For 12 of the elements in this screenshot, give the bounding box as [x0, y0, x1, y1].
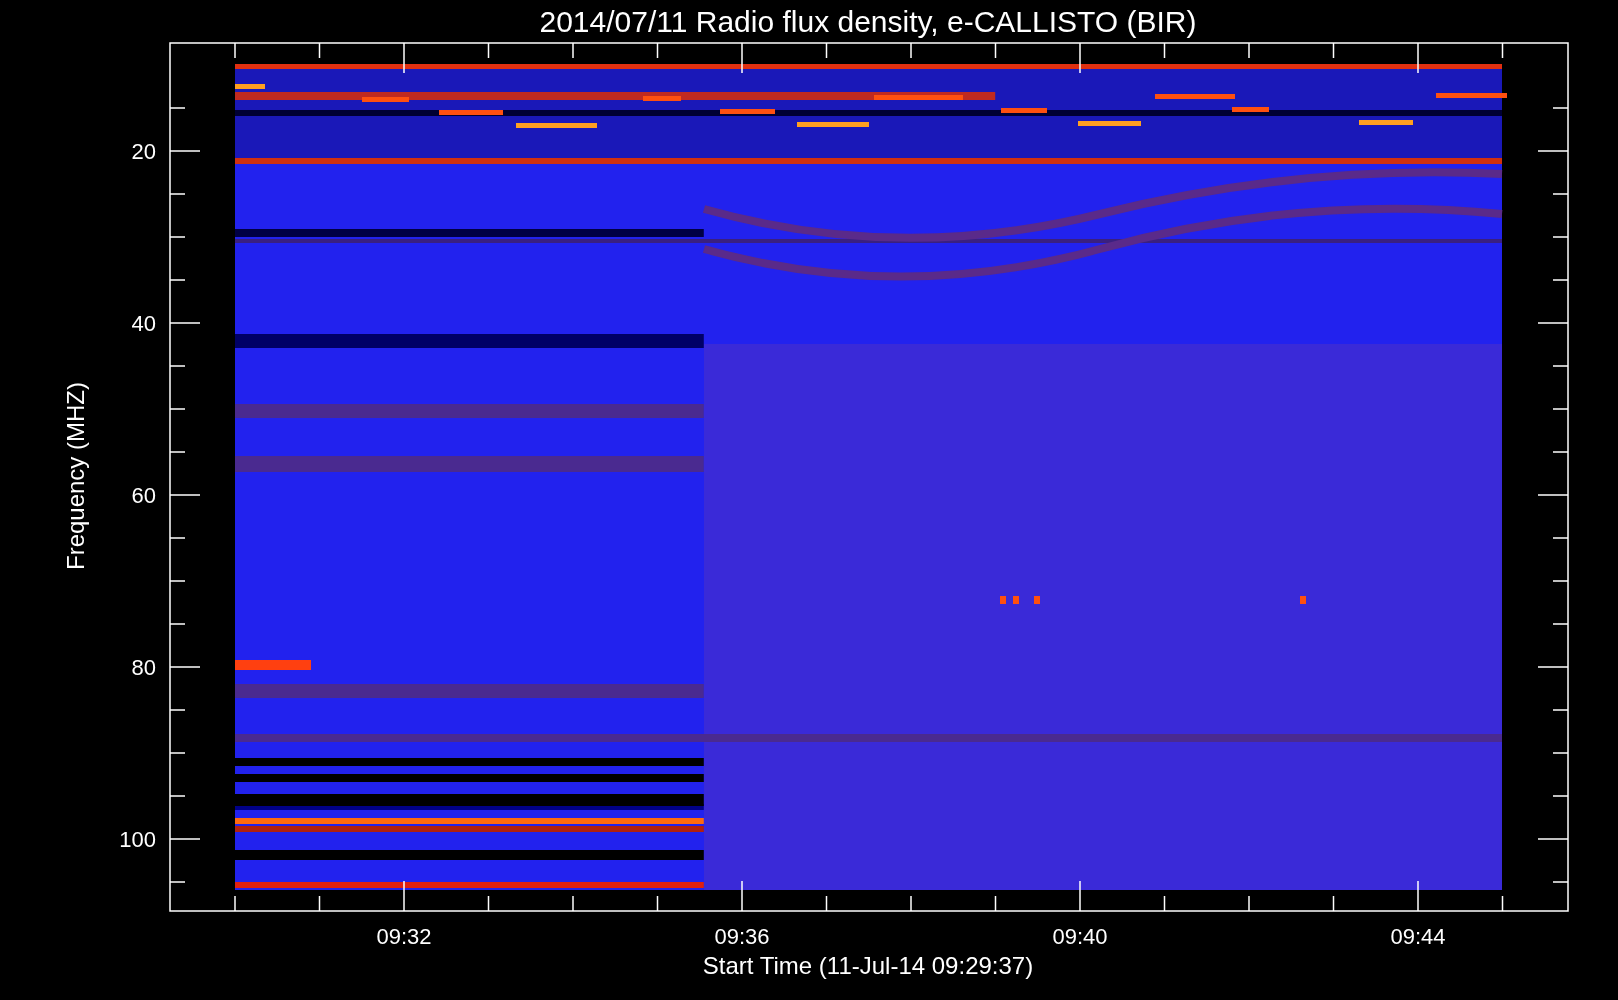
y-tick-label: 100: [119, 827, 156, 852]
y-tick-label: 40: [131, 311, 156, 336]
x-tick-label: 09:40: [1052, 924, 1108, 949]
x-tick-label: 09:44: [1390, 924, 1446, 949]
x-tick-label: 09:32: [376, 924, 432, 949]
y-tick-label: 80: [131, 655, 156, 680]
x-tick-label: 09:36: [714, 924, 770, 949]
y-axis-title: Frequency (MHZ): [62, 382, 89, 570]
x-axis-title: Start Time (11-Jul-14 09:29:37): [702, 952, 1034, 979]
y-tick-label: 20: [131, 139, 156, 164]
chart-title: 2014/07/11 Radio flux density, e-CALLISTO (BIR): [539, 5, 1197, 38]
y-tick-label: 60: [131, 483, 156, 508]
